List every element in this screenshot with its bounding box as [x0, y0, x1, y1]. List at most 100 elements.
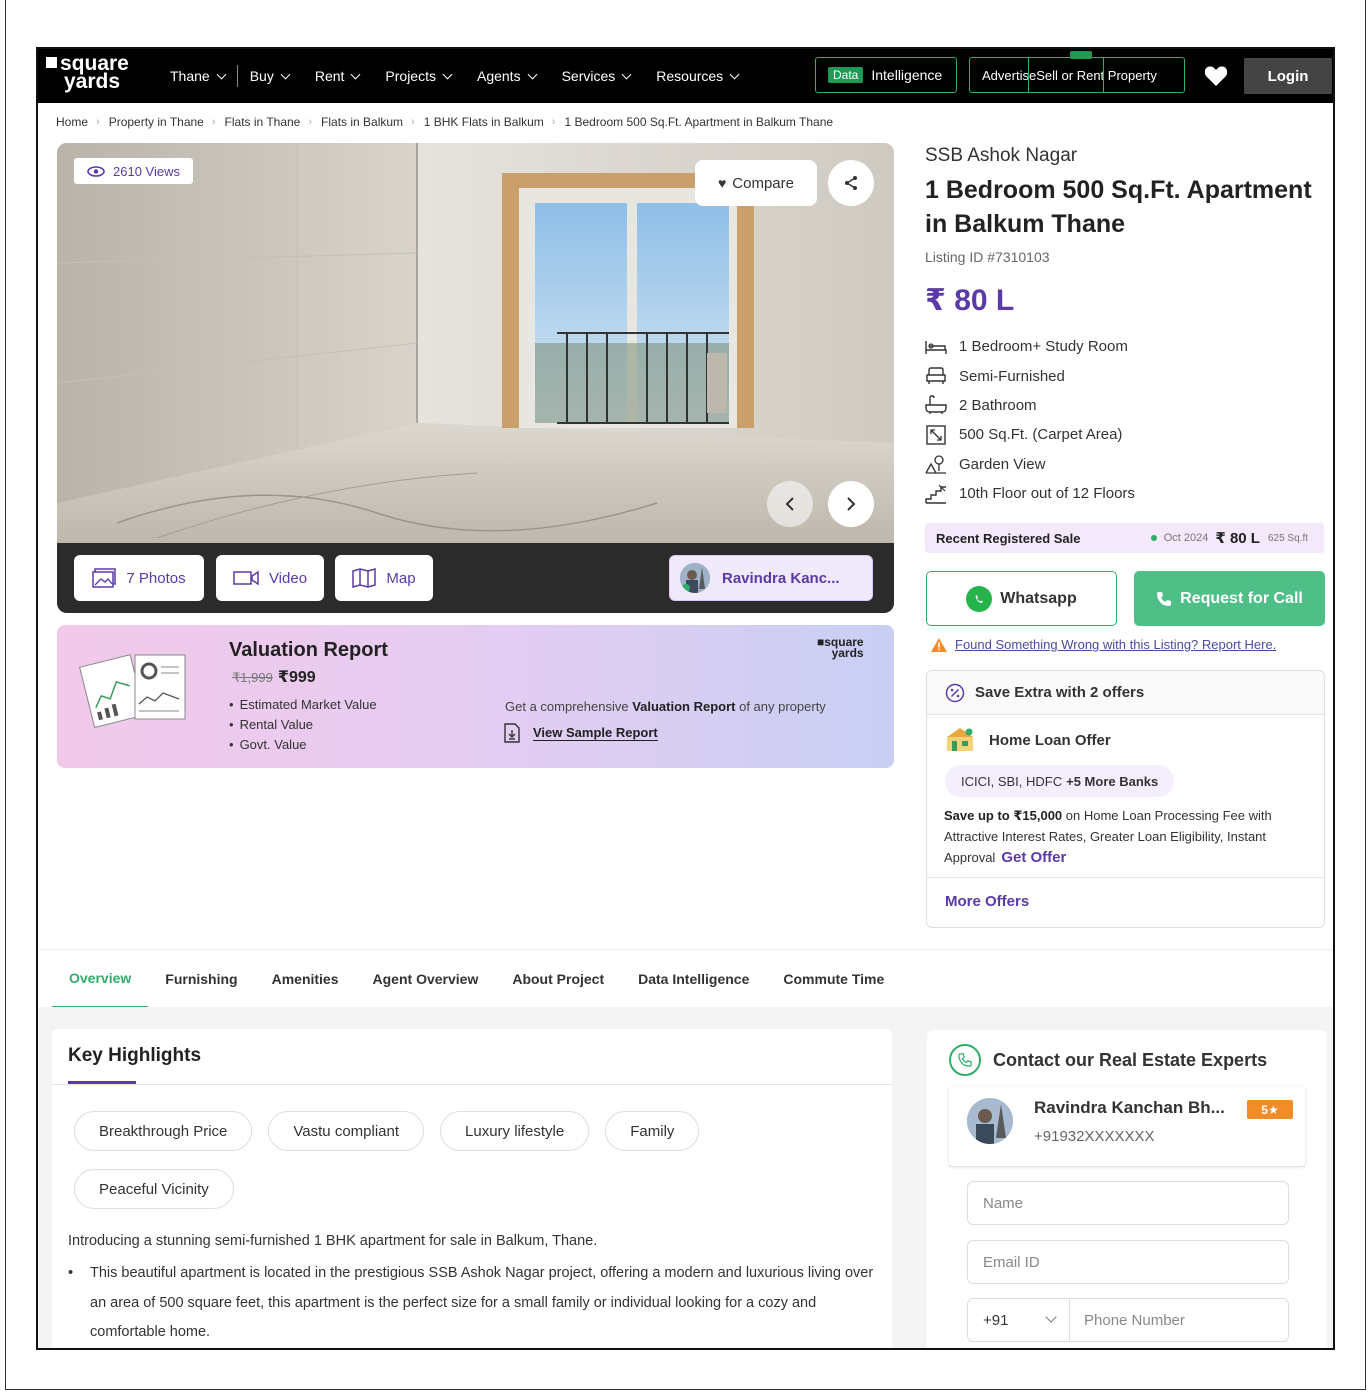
- feature-bedrooms: 1 Bedroom+ Study Room: [925, 332, 1135, 361]
- valuation-features: Estimated Market Value Rental Value Govt…: [229, 695, 377, 755]
- chevron-down-icon: [729, 69, 740, 79]
- feature-bathrooms: 2 Bathroom: [925, 391, 1135, 420]
- discount-icon: [945, 683, 965, 702]
- report-documents-icon: [79, 654, 186, 729]
- valuation-price: ₹1,999 ₹999: [232, 669, 316, 686]
- name-field[interactable]: Name: [967, 1181, 1289, 1225]
- login-button[interactable]: Login: [1244, 58, 1332, 94]
- home-loan-offer-title: Home Loan Offer: [945, 727, 1111, 753]
- video-icon: [233, 570, 259, 586]
- photo-gallery: 2610 Views ♥ Compare 7 Photos Video Map …: [57, 143, 894, 613]
- floor-icon: [925, 483, 947, 505]
- get-offer-link[interactable]: Get Offer: [1001, 849, 1066, 866]
- tab-amenities[interactable]: Amenities: [255, 950, 356, 1008]
- breadcrumb-home[interactable]: Home: [56, 115, 88, 129]
- nav-item-services[interactable]: Services: [562, 68, 632, 84]
- nav-item-projects[interactable]: Projects: [385, 68, 453, 84]
- agent-avatar: [967, 1098, 1013, 1144]
- status-dot: [1150, 535, 1157, 541]
- divider: [949, 1166, 1305, 1167]
- section-tabs: Overview Furnishing Amenities Agent Over…: [52, 950, 901, 1008]
- country-code-select[interactable]: +91: [968, 1299, 1070, 1341]
- partner-banks-chip[interactable]: ICICI, SBI, HDFC +5 More Banks: [945, 765, 1175, 797]
- feature-furnishing: Semi-Furnished: [925, 361, 1135, 390]
- site-logo[interactable]: square yards: [46, 53, 129, 92]
- section-tabs-bar: Overview Furnishing Amenities Agent Over…: [38, 949, 1333, 1008]
- tab-agent-overview[interactable]: Agent Overview: [356, 950, 496, 1008]
- garden-icon: [925, 453, 947, 475]
- compare-button[interactable]: ♥ Compare: [695, 160, 817, 206]
- breadcrumb-1bhk-balkum[interactable]: 1 BHK Flats in Balkum: [424, 115, 544, 129]
- offers-header: Save Extra with 2 offers: [927, 671, 1324, 715]
- tab-about-project[interactable]: About Project: [495, 950, 621, 1008]
- valuation-feature: Rental Value: [229, 715, 377, 735]
- nav-item-agents[interactable]: Agents: [477, 68, 538, 84]
- highlight-chips: Breakthrough Price Vastu compliant Luxur…: [74, 1111, 774, 1227]
- more-offers-link[interactable]: More Offers: [945, 893, 1029, 910]
- previous-photo-button[interactable]: [767, 481, 813, 527]
- photos-button[interactable]: 7 Photos: [74, 555, 204, 601]
- highlight-chip: Peaceful Vicinity: [74, 1169, 234, 1209]
- valuation-description: Get a comprehensive Valuation Report of …: [505, 699, 826, 714]
- chevron-down-icon: [442, 69, 453, 79]
- top-navbar: square yards Thane Buy Rent Projects Age…: [38, 49, 1333, 103]
- key-highlights-card: Key Highlights Breakthrough Price Vastu …: [52, 1029, 892, 1348]
- data-intelligence-button[interactable]: Data Intelligence: [815, 57, 957, 93]
- breadcrumb-flats-balkum[interactable]: Flats in Balkum: [321, 115, 403, 129]
- chevron-down-icon: [216, 69, 227, 79]
- next-photo-button[interactable]: [828, 481, 874, 527]
- request-call-button[interactable]: Request for Call: [1134, 571, 1325, 626]
- download-document-icon: [504, 723, 520, 743]
- agent-chip[interactable]: Ravindra Kanc...: [669, 555, 873, 601]
- breadcrumb: Home › Property in Thane › Flats in Thane ›…: [56, 115, 841, 129]
- highlight-chip: Family: [605, 1111, 700, 1151]
- shortlist-heart-icon[interactable]: [1204, 65, 1228, 92]
- video-button[interactable]: Video: [216, 555, 324, 601]
- advertise-property-button[interactable]: Advertise Sell or Rent Property: [969, 51, 1185, 93]
- view-sample-report-link[interactable]: View Sample Report: [503, 723, 658, 743]
- square-yards-logo: ■square yards: [817, 635, 864, 660]
- phone-number-input[interactable]: Phone Number: [1070, 1312, 1185, 1329]
- valuation-report-banner[interactable]: Valuation Report ₹1,999₹999 Estimated Ma…: [57, 625, 894, 768]
- recent-registered-sale[interactable]: Recent Registered Sale Oct 2024 ₹ 80 L 6…: [925, 523, 1324, 553]
- area-icon: [925, 424, 947, 446]
- email-field[interactable]: Email ID: [967, 1240, 1289, 1284]
- listing-title: 1 Bedroom 500 Sq.Ft. Apartment in Balkum…: [925, 176, 1312, 238]
- offers-card: Save Extra with 2 offers Home Loan Offer…: [926, 670, 1325, 928]
- chevron-left-icon: [785, 497, 794, 511]
- chevron-right-icon: ›: [96, 116, 100, 128]
- nav-divider: [236, 65, 238, 87]
- bed-icon: [925, 336, 947, 358]
- heart-icon: ♥: [717, 175, 727, 191]
- tab-data-intelligence[interactable]: Data Intelligence: [621, 950, 766, 1008]
- sofa-icon: [925, 365, 947, 387]
- nav-item-city[interactable]: Thane: [170, 68, 227, 84]
- agent-phone: +91932XXXXXXX: [1034, 1128, 1155, 1145]
- chevron-down-icon: [350, 69, 361, 79]
- breadcrumb-property-thane[interactable]: Property in Thane: [109, 115, 204, 129]
- breadcrumb-flats-thane[interactable]: Flats in Thane: [225, 115, 301, 129]
- tab-overview[interactable]: Overview: [52, 950, 149, 1008]
- divider: [52, 1084, 892, 1085]
- valuation-feature: Govt. Value: [229, 735, 377, 755]
- listing-id: Listing ID #7310103: [925, 249, 1050, 265]
- nav-item-resources[interactable]: Resources: [656, 68, 740, 84]
- recent-sale-details: Oct 2024 ₹ 80 L 625 Sq.ft: [1150, 529, 1308, 547]
- report-listing-link[interactable]: Found Something Wrong with this Listing?…: [931, 637, 1276, 652]
- map-button[interactable]: Map: [335, 555, 433, 601]
- highlight-chip: Breakthrough Price: [74, 1111, 253, 1151]
- chevron-down-icon: [621, 69, 632, 79]
- home-loan-icon: [947, 728, 973, 751]
- whatsapp-button[interactable]: Whatsapp: [926, 571, 1117, 626]
- chevron-right-icon: ›: [551, 116, 556, 128]
- share-button[interactable]: [828, 160, 874, 206]
- highlight-chip: Vastu compliant: [268, 1111, 425, 1151]
- agent-card[interactable]: Ravindra Kanchan Bh... 5★ +91932XXXXXXX: [949, 1086, 1305, 1166]
- property-features: 1 Bedroom+ Study Room Semi-Furnished 2 B…: [925, 332, 1135, 508]
- nav-item-rent[interactable]: Rent: [315, 68, 361, 84]
- tab-commute-time[interactable]: Commute Time: [766, 950, 901, 1008]
- nav-item-buy[interactable]: Buy: [250, 68, 291, 84]
- tab-furnishing[interactable]: Furnishing: [148, 950, 254, 1008]
- project-name[interactable]: SSB Ashok Nagar: [925, 145, 1077, 167]
- eye-icon: [87, 165, 105, 177]
